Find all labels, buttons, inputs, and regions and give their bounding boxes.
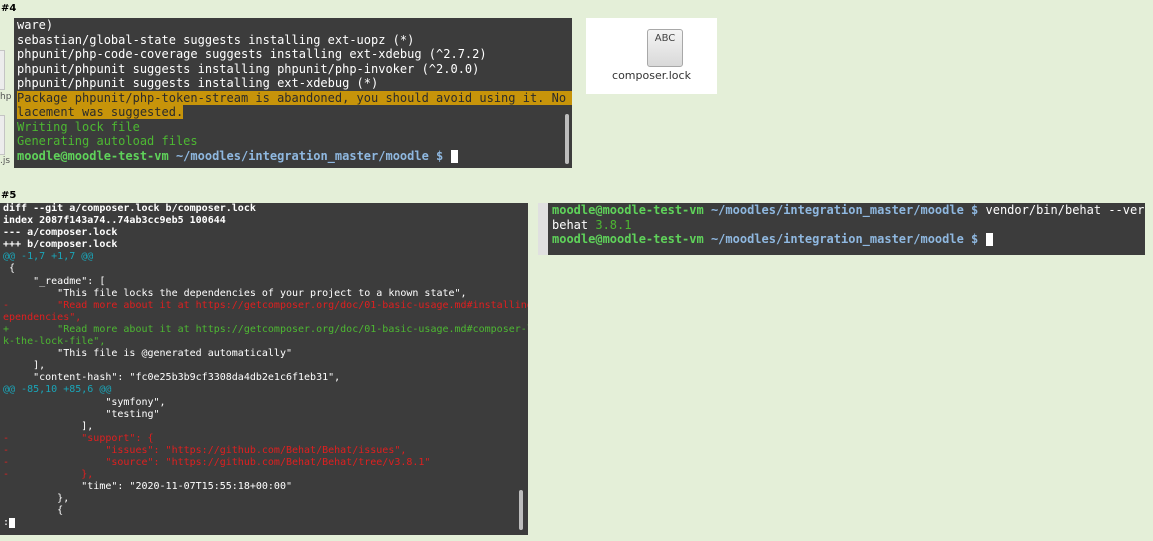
desktop-file-fragment-2[interactable]	[0, 115, 5, 155]
diff-context-line: {	[3, 263, 16, 275]
prompt-path: ~/moodles/integration_master/moodle $	[710, 232, 979, 246]
prompt-path: ~/moodles/integration_master/moodle $	[710, 203, 979, 217]
output-line: phpunit/phpunit suggests installing phpu…	[17, 61, 480, 76]
output-line: ware)	[17, 18, 54, 32]
text-file-icon: ABC	[647, 29, 683, 67]
file-name: composer.lock	[612, 69, 691, 82]
step-5-label: #5	[1, 190, 17, 201]
output-name: behat	[552, 217, 589, 232]
diff-context-line: "_readme": [	[3, 275, 106, 287]
step-4-label: #4	[1, 3, 17, 14]
diff-hunk-header: @@ -85,10 +85,6 @@	[3, 384, 112, 396]
diff-context-line: "symfony",	[3, 396, 166, 408]
output-line: sebastian/global-state suggests installi…	[17, 32, 415, 47]
status-line: Generating autoload files	[17, 134, 198, 148]
prompt-user: moodle@moodle-test-vm	[17, 148, 169, 163]
prompt-user: moodle@moodle-test-vm	[552, 232, 704, 246]
command-output-line: behat 3.8.1	[552, 218, 1142, 233]
diff-header-line: --- a/composer.lock	[3, 227, 118, 239]
prompt-user: moodle@moodle-test-vm	[552, 203, 704, 217]
diff-context-line: "time": "2020-11-07T15:55:18+00:00"	[3, 481, 292, 493]
diff-header-line: diff --git a/composer.lock b/composer.lo…	[3, 203, 256, 214]
status-line: Writing lock file	[17, 119, 140, 134]
scrollbar-thumb[interactable]	[565, 114, 569, 164]
shell-prompt-line: moodle@moodle-test-vm ~/moodles/integrat…	[552, 232, 1142, 247]
terminal-cursor	[985, 233, 993, 246]
file-icon-glyph: ABC	[654, 33, 676, 44]
diff-context-line: },	[3, 493, 70, 505]
diff-context-line: "This file is @generated automatically"	[3, 348, 292, 360]
diff-added-line: + "Read more about it at https://getcomp…	[3, 323, 528, 335]
diff-context-line: "This file locks the dependencies of you…	[3, 287, 467, 299]
command-text: vendor/bin/behat --version	[985, 203, 1146, 217]
shell-command-line: moodle@moodle-test-vm ~/moodles/integrat…	[552, 203, 1145, 218]
diff-header-line: +++ b/composer.lock	[3, 239, 118, 251]
terminal-cursor	[450, 149, 458, 163]
window-gutter	[538, 203, 548, 255]
desktop-file-label-fragment-2: .js	[0, 156, 11, 166]
output-line: phpunit/php-code-coverage suggests insta…	[17, 47, 487, 61]
desktop-file-label-fragment: hp	[0, 92, 12, 102]
scrollbar-thumb[interactable]	[519, 490, 523, 530]
diff-context-line: ],	[3, 360, 46, 372]
pager-prompt-line: :	[3, 517, 518, 529]
diff-context-line: "testing"	[3, 408, 160, 420]
prompt-path: ~/moodles/integration_master/moodle $	[175, 148, 444, 163]
behat-version-terminal[interactable]: moodle@moodle-test-vm ~/moodles/integrat…	[548, 203, 1145, 255]
abandoned-package-warning: Package phpunit/php-token-stream is aban…	[17, 90, 572, 105]
output-line: phpunit/phpunit suggests installing ext-…	[17, 76, 379, 90]
diff-header-line: index 2087f143a74..74ab3cc9eb5 100644	[3, 215, 226, 227]
abandoned-package-warning-cont: lacement was suggested.	[17, 105, 184, 119]
terminal-cursor	[9, 518, 16, 529]
shell-prompt-line: moodle@moodle-test-vm ~/moodles/integrat…	[17, 149, 565, 164]
diff-removed-line: - "source": "https://github.com/Behat/Be…	[3, 456, 431, 468]
desktop-file-fragment[interactable]	[0, 50, 5, 90]
diff-context-line: {	[3, 505, 64, 517]
diff-added-line: k-the-lock-file",	[3, 336, 106, 348]
diff-removed-line: ependencies",	[3, 311, 82, 323]
output-version: 3.8.1	[595, 217, 632, 232]
composer-lock-file[interactable]: ABC composer.lock	[586, 18, 717, 94]
diff-removed-line: - },	[3, 469, 94, 481]
diff-context-line: ],	[3, 420, 94, 432]
diff-hunk-header: @@ -1,7 +1,7 @@	[3, 251, 94, 263]
diff-removed-line: - "Read more about it at https://getcomp…	[3, 299, 528, 311]
git-diff-terminal[interactable]: diff --git a/composer.lock b/composer.lo…	[0, 203, 528, 535]
composer-install-terminal[interactable]: ware) sebastian/global-state suggests in…	[14, 18, 572, 168]
diff-context-line: "content-hash": "fc0e25b3b9cf3308da4db2e…	[3, 372, 341, 384]
diff-removed-line: - "support": {	[3, 432, 154, 444]
diff-removed-line: - "issues": "https://github.com/Behat/Be…	[3, 444, 407, 456]
highlighted-warning-line: Package phpunit/php-token-stream is aban…	[17, 90, 572, 106]
highlighted-warning-line: lacement was suggested.	[17, 105, 565, 120]
